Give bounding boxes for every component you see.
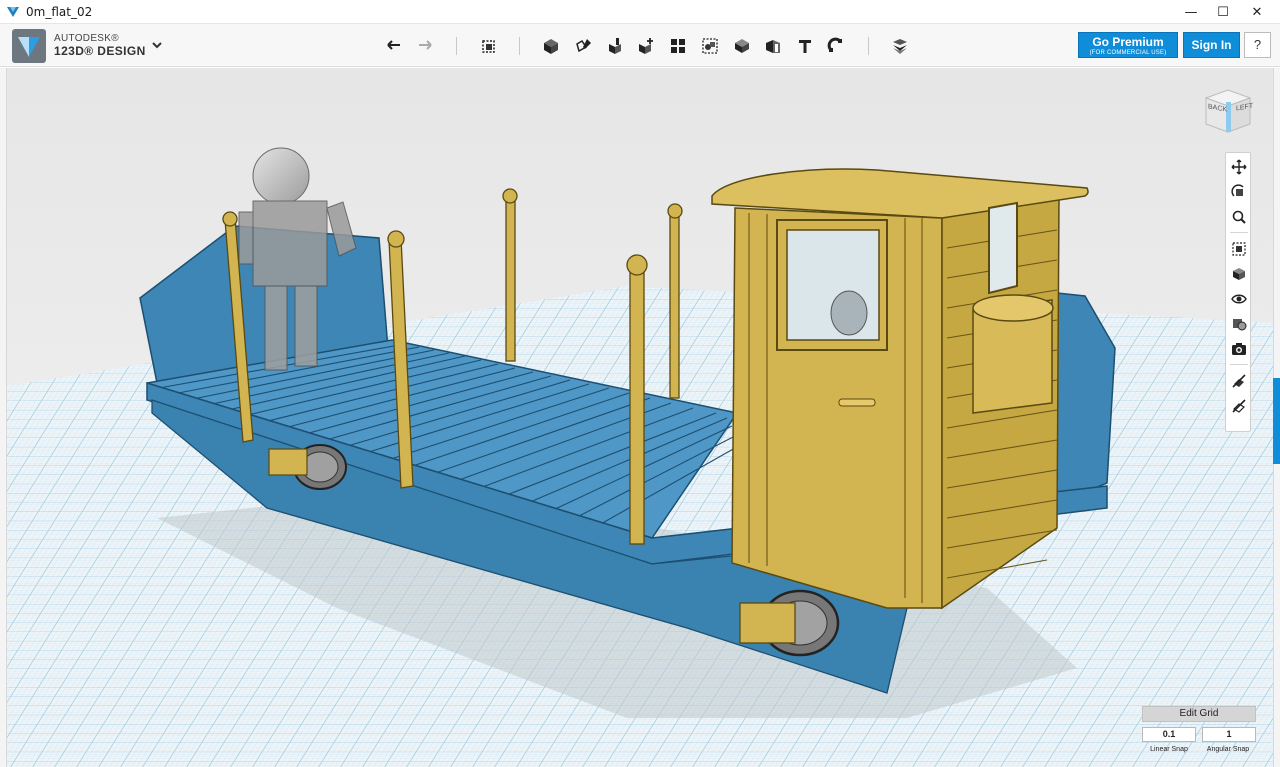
angular-snap-label: Angular Snap [1206, 746, 1250, 753]
construct-button[interactable] [602, 33, 628, 59]
visibility-button[interactable] [1229, 289, 1249, 309]
measure-button[interactable] [760, 33, 786, 59]
title-bar: 0m_flat_02 — ☐ ✕ [0, 0, 1280, 24]
material-icon [893, 39, 907, 54]
text-icon [799, 40, 811, 53]
brand-line1: AUTODESK® [54, 33, 119, 44]
autodesk-logo-icon[interactable] [12, 29, 46, 63]
window-title: 0m_flat_02 [26, 5, 93, 19]
materials-icon [1233, 319, 1247, 331]
screenshot-icon [1232, 343, 1246, 355]
combine-icon [735, 39, 749, 53]
app-logo-icon [7, 7, 19, 17]
zoom-icon [1232, 210, 1246, 224]
toolbar-divider [868, 37, 869, 55]
transform-button[interactable] [476, 33, 502, 59]
close-button[interactable]: ✕ [1240, 0, 1274, 24]
material-button[interactable] [887, 33, 913, 59]
premium-label: Go Premium [1092, 35, 1164, 49]
chevron-down-icon[interactable] [150, 38, 164, 52]
go-premium-button[interactable]: Go Premium (FOR COMMERCIAL USE) [1078, 32, 1178, 58]
visibility-toggle-button[interactable] [1229, 396, 1249, 416]
navigation-bar [1225, 152, 1251, 432]
view-options-button[interactable] [1229, 264, 1249, 284]
pan-icon [1231, 159, 1247, 175]
measure-icon [766, 40, 780, 53]
construct-icon [609, 38, 621, 54]
redo-icon [419, 40, 432, 50]
scene-canvas[interactable] [7, 68, 1273, 767]
orbit-icon [1231, 184, 1244, 197]
primitives-icon [544, 39, 558, 54]
snap-button[interactable] [823, 33, 849, 59]
toolbar-divider [456, 37, 457, 55]
visibility-toggle-icon [1232, 399, 1246, 413]
orbit-button[interactable] [1229, 182, 1249, 202]
modify-button[interactable] [633, 33, 659, 59]
zoom-button[interactable] [1229, 207, 1249, 227]
hide-button[interactable] [1229, 371, 1249, 391]
premium-sub-label: (FOR COMMERCIAL USE) [1089, 50, 1167, 56]
materials-button[interactable] [1229, 314, 1249, 334]
pan-button[interactable] [1229, 157, 1249, 177]
pattern-button[interactable] [665, 33, 691, 59]
view-options-icon [1233, 268, 1245, 280]
brand-line2: 123D® DESIGN [54, 44, 146, 58]
fit-icon [1232, 242, 1246, 256]
toolbar-divider [519, 37, 520, 55]
sketch-icon [576, 39, 591, 53]
view-cube[interactable] [1200, 84, 1256, 140]
visibility-icon [1231, 294, 1247, 304]
fit-button[interactable] [1229, 239, 1249, 259]
nav-divider [1230, 364, 1248, 365]
sketch-button[interactable] [571, 33, 597, 59]
locomotive-cab[interactable] [711, 168, 1089, 610]
left-edge-strip [0, 68, 7, 767]
grid-snap-panel: Edit Grid 0.1 1 Linear Snap Angular Snap [1142, 706, 1256, 760]
screenshot-button[interactable] [1229, 339, 1249, 359]
hide-icon [1232, 374, 1246, 388]
edit-grid-button[interactable]: Edit Grid [1142, 706, 1256, 722]
help-button[interactable]: ? [1244, 32, 1271, 58]
nav-divider [1230, 232, 1248, 233]
undo-button[interactable] [381, 33, 407, 59]
grouping-icon [702, 38, 718, 54]
3d-viewport[interactable] [7, 68, 1273, 767]
undo-icon [387, 40, 400, 50]
linear-snap-field[interactable]: 0.1 [1142, 727, 1196, 742]
combine-button[interactable] [729, 33, 755, 59]
pattern-icon [671, 39, 685, 53]
sign-in-button[interactable]: Sign In [1183, 32, 1240, 58]
minimize-button[interactable]: — [1174, 0, 1208, 24]
primitives-button[interactable] [538, 33, 564, 59]
maximize-button[interactable]: ☐ [1206, 0, 1240, 24]
snap-icon [827, 37, 842, 52]
text-button[interactable] [792, 33, 818, 59]
linear-snap-label: Linear Snap [1150, 746, 1188, 753]
modify-icon [639, 38, 653, 54]
angular-snap-field[interactable]: 1 [1202, 727, 1256, 742]
grouping-button[interactable] [697, 33, 723, 59]
transform-icon [482, 40, 495, 53]
redo-button[interactable] [412, 33, 438, 59]
